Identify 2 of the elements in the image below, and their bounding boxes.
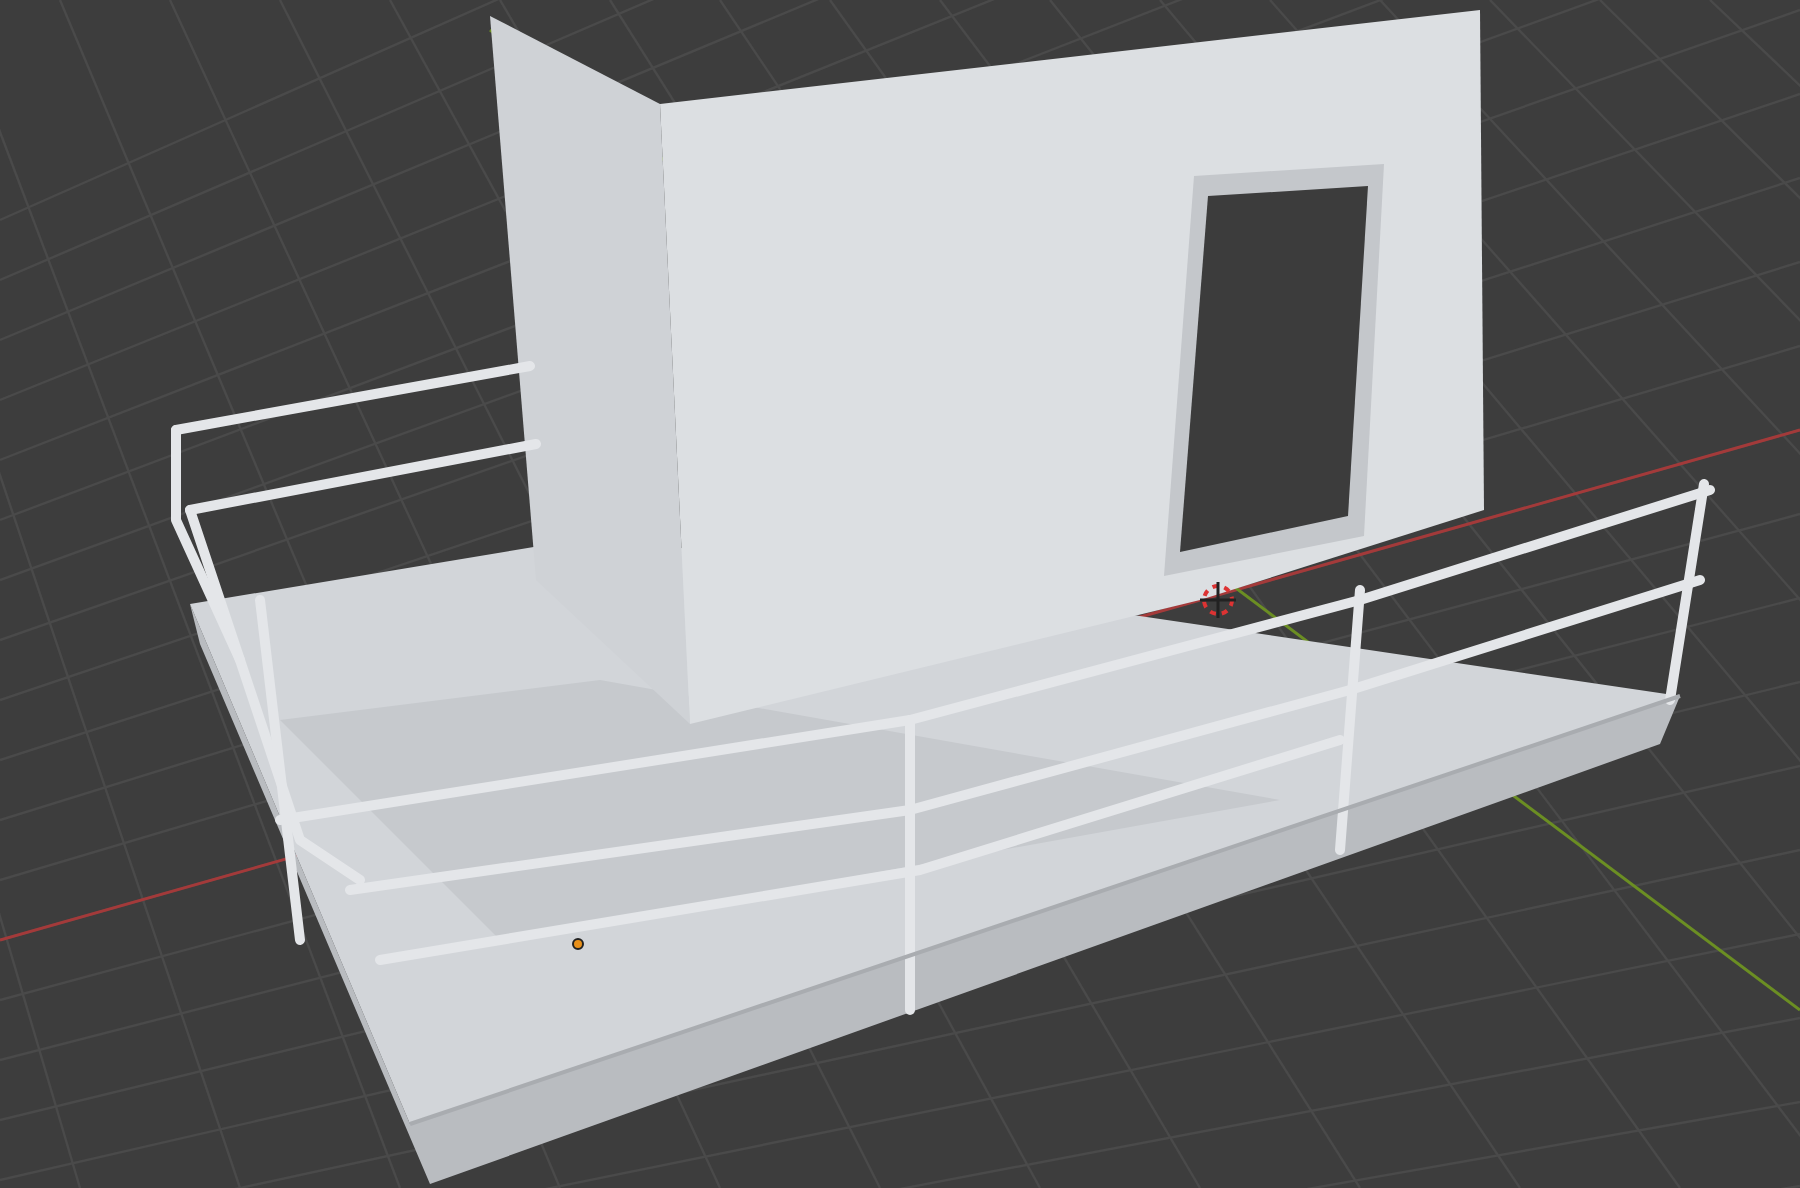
cursor-crosshair-icon [1198, 580, 1238, 620]
origin-dot [572, 938, 584, 950]
